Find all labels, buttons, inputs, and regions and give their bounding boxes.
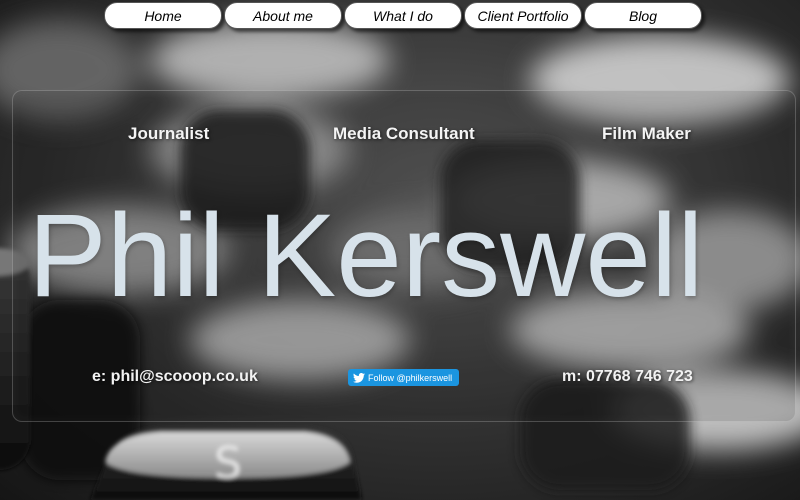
- nav-client-portfolio[interactable]: Client Portfolio: [464, 2, 582, 29]
- nav-about-me[interactable]: About me: [224, 2, 342, 29]
- role-journalist: Journalist: [128, 124, 210, 143]
- twitter-follow-label: Follow @philkerswell: [368, 372, 453, 383]
- nav-what-i-do[interactable]: What I do: [344, 2, 462, 29]
- contact-phone[interactable]: m: 07768 746 723: [562, 368, 693, 386]
- twitter-follow-button[interactable]: Follow @philkerswell: [348, 369, 459, 386]
- twitter-bird-icon: [353, 372, 365, 383]
- svg-text:S: S: [214, 438, 242, 489]
- role-film-maker: Film Maker: [602, 124, 691, 143]
- contact-email[interactable]: e: phil@scooop.co.uk: [92, 368, 258, 386]
- role-media-consultant: Media Consultant: [333, 124, 475, 143]
- nav-blog[interactable]: Blog: [584, 2, 702, 29]
- nav-home[interactable]: Home: [104, 2, 222, 29]
- site-owner-name: Phil Kerswell: [28, 190, 704, 322]
- main-nav: Home About me What I do Client Portfolio…: [104, 2, 702, 30]
